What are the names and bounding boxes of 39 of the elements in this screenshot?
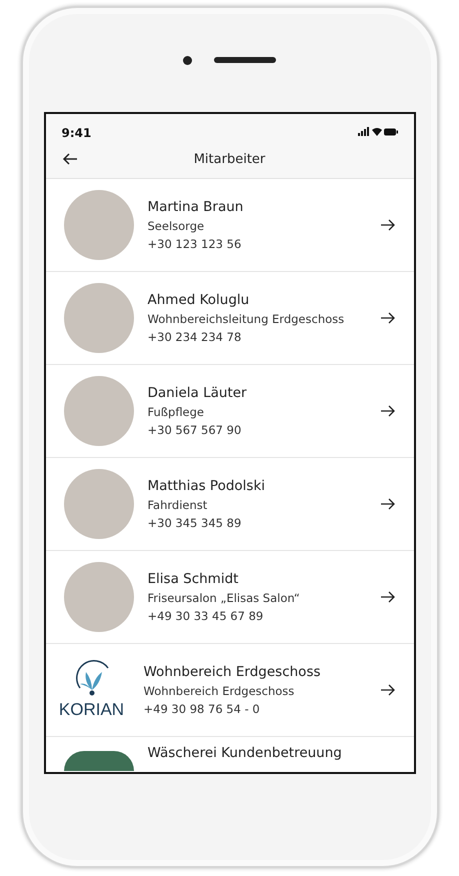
contact-role: Seelsorge xyxy=(148,219,206,233)
status-time: 9:41 xyxy=(62,126,92,140)
contact-item[interactable]: Elisa Schmidt Friseursalon „Elisas Salon“ +49 30 33 45 67 89 xyxy=(46,551,414,644)
contact-name: Ahmed Koluglu xyxy=(148,292,250,308)
logo-text: KORIAN xyxy=(58,700,124,720)
contact-name: Elisa Schmidt xyxy=(148,571,240,587)
camera-icon xyxy=(183,56,192,64)
contact-phone: +30 234 234 78 xyxy=(148,330,242,344)
signal-wifi-battery-icon xyxy=(358,127,398,137)
arrow-right-icon xyxy=(380,219,396,231)
contact-role: Wohnbereich Erdgeschoss xyxy=(144,684,296,698)
arrow-right-icon xyxy=(380,405,396,417)
contact-role: Wohnbereichsleitung Erdgeschoss xyxy=(148,312,346,326)
speaker-icon xyxy=(214,57,276,63)
contact-name: Daniela Läuter xyxy=(148,385,248,401)
contact-phone: +30 123 123 56 xyxy=(148,237,242,251)
contact-name: Matthias Podolski xyxy=(148,478,266,494)
contact-name: Wohnbereich Erdgeschoss xyxy=(144,664,322,680)
arrow-right-icon xyxy=(380,312,396,324)
contact-item[interactable]: KORIAN Wohnbereich Erdgeschoss Wohnbereich Erdgeschoss +49 30 98 76 54 - 0 xyxy=(46,644,414,737)
contact-role: Fußpflege xyxy=(148,405,206,419)
contact-phone: +30 567 567 90 xyxy=(148,423,242,437)
contact-item[interactable]: Martina Braun Seelsorge +30 123 123 56 xyxy=(46,179,414,272)
contact-item[interactable]: Matthias Podolski Fahrdienst +30 345 345 89 xyxy=(46,458,414,551)
contact-phone: +49 30 98 76 54 - 0 xyxy=(144,702,261,716)
arrow-right-icon xyxy=(380,591,396,603)
contact-name: Martina Braun xyxy=(148,199,244,215)
contact-item[interactable]: Daniela Läuter Fußpflege +30 567 567 90 xyxy=(46,365,414,458)
avatar-placeholder xyxy=(64,751,134,771)
page-title: Mitarbeiter xyxy=(194,152,266,166)
contact-phone: +49 30 33 45 67 89 xyxy=(148,609,264,623)
contact-phone: +30 345 345 89 xyxy=(148,516,242,530)
arrow-right-icon xyxy=(380,498,396,510)
arrow-right-icon xyxy=(380,684,396,696)
contact-item[interactable]: Ahmed Koluglu Wohnbereichsleitung Erdgeschoss +30 234 234 78 xyxy=(46,272,414,365)
contact-role: Fahrdienst xyxy=(148,498,208,512)
contact-role: Friseursalon „Elisas Salon“ xyxy=(148,591,301,605)
contact-name: Wäscherei Kundenbetreuung xyxy=(148,745,342,761)
back-arrow-icon xyxy=(62,153,78,165)
